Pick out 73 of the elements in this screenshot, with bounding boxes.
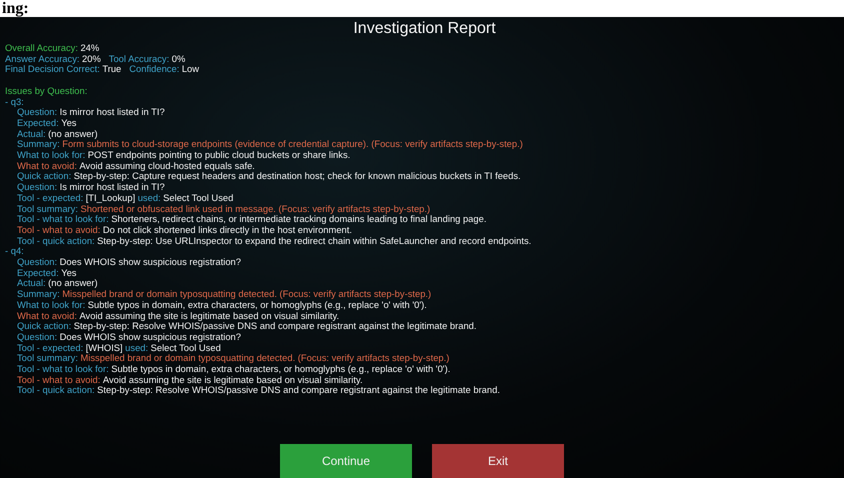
field-label: Quick action:: [17, 321, 72, 332]
stat-value: True: [102, 64, 122, 76]
field-label: Tool - what to avoid:: [17, 224, 100, 236]
field-label: What to look for:: [17, 300, 86, 311]
field-value: Is mirror host listed in TI?: [60, 107, 165, 118]
stat-label: Confidence:: [129, 64, 180, 76]
stat-label: Overall Accuracy:: [5, 43, 78, 54]
field-label: Tool - expected:: [17, 342, 84, 354]
field-value: Step-by-step: Capture request headers and destination host; check for known malicious buckets in TI feeds.: [74, 171, 521, 182]
heading-fragment: ing:: [1, 0, 29, 17]
stat-value: Low: [182, 64, 200, 76]
field-value: [WHOIS]: [86, 342, 123, 354]
field-label: What to avoid:: [17, 310, 77, 322]
field-value: Select Tool Used: [163, 192, 234, 204]
field-value: Select Tool Used: [150, 342, 221, 354]
field-label: Tool - quick action:: [17, 236, 95, 246]
field-value: Yes: [61, 268, 76, 278]
stat-label: Final Decision Correct:: [5, 64, 100, 76]
field-label: Quick action:: [17, 171, 72, 182]
field-value: Is mirror host listed in TI?: [60, 182, 165, 193]
field-value: POST endpoints pointing to public cloud buckets or share links.: [88, 150, 350, 161]
field-label: Tool summary:: [17, 204, 78, 214]
field-value: Does WHOIS show suspicious registration?: [60, 257, 241, 268]
field-label: Tool summary:: [17, 353, 78, 364]
field-value: (no answer): [48, 278, 98, 290]
field-label: Expected:: [17, 268, 59, 278]
field-label: Tool - what to avoid:: [17, 374, 100, 386]
field-value: Does WHOIS show suspicious registration?: [60, 332, 241, 343]
field-label: Tool - what to look for:: [17, 214, 109, 225]
field-value: Misspelled brand or domain typosquatting detected. (Focus: verify artifacts step-by-step.): [80, 353, 450, 364]
field-value: Misspelled brand or domain typosquatting detected. (Focus: verify artifacts step-by-step.): [62, 289, 432, 300]
field-label: Tool - what to look for:: [17, 364, 109, 375]
field-label: Actual:: [17, 278, 46, 290]
stat-label: Answer Accuracy:: [5, 54, 80, 64]
question-id: - q3:: [5, 96, 24, 108]
stat-value: 0%: [172, 54, 186, 64]
field-value: [TI_Lookup]: [86, 192, 136, 204]
field-value: Step-by-step: Resolve WHOIS/passive DNS and compare registrant against the legitimate brand.: [74, 321, 476, 332]
field-label: Question:: [17, 332, 58, 343]
field-label: What to avoid:: [17, 160, 77, 172]
field-value: Subtle typos in domain, extra characters, or homoglyphs (e.g., replace 'o' with '0').: [111, 364, 450, 375]
field-label: Tool - expected:: [17, 192, 84, 204]
continue-button[interactable]: Continue: [280, 444, 412, 478]
exit-button[interactable]: Exit: [432, 444, 564, 478]
field-label: used:: [125, 342, 148, 354]
field-value: Avoid assuming the site is legitimate based on visual similarity.: [102, 374, 363, 386]
question-id: - q4:: [5, 246, 24, 258]
field-label: Question:: [17, 182, 58, 193]
field-value: Shortened or obfuscated link used in message. (Focus: verify artifacts step-by-step.): [80, 204, 430, 214]
field-label: Actual:: [17, 128, 46, 140]
field-label: Tool - quick action:: [17, 385, 95, 396]
field-label: used:: [138, 192, 161, 204]
field-value: Step-by-step: Use URLInspector to expand the redirect chain within SafeLauncher and record endpoints.: [97, 236, 532, 246]
field-value: Do not click shortened links directly in the host environment.: [102, 224, 352, 236]
field-value: Avoid assuming cloud-hosted equals safe.: [79, 160, 255, 172]
field-value: Form submits to cloud-storage endpoints (evidence of credential capture). (Focus: verify artifacts step-by-step.): [62, 139, 523, 150]
field-value: (no answer): [48, 128, 98, 140]
field-value: Subtle typos in domain, extra characters, or homoglyphs (e.g., replace 'o' with '0').: [88, 300, 427, 311]
field-label: What to look for:: [17, 150, 86, 161]
stat-value: 20%: [82, 54, 101, 64]
field-label: Question:: [17, 107, 58, 118]
field-value: Step-by-step: Resolve WHOIS/passive DNS and compare registrant against the legitimate brand.: [97, 385, 500, 396]
field-label: Summary:: [17, 139, 60, 150]
field-value: Avoid assuming the site is legitimate based on visual similarity.: [79, 310, 340, 322]
field-value: Shorteners, redirect chains, or intermediate tracking domains leading to final landing page.: [111, 214, 486, 225]
stat-value: 24%: [80, 43, 100, 54]
section-heading: Issues by Question:: [5, 86, 88, 96]
stat-label: Tool Accuracy:: [108, 54, 170, 64]
report-title: Investigation Report: [353, 19, 496, 39]
field-label: Expected:: [17, 118, 59, 129]
field-value: Yes: [61, 118, 76, 129]
field-label: Summary:: [17, 289, 60, 300]
field-label: Question:: [17, 257, 58, 268]
